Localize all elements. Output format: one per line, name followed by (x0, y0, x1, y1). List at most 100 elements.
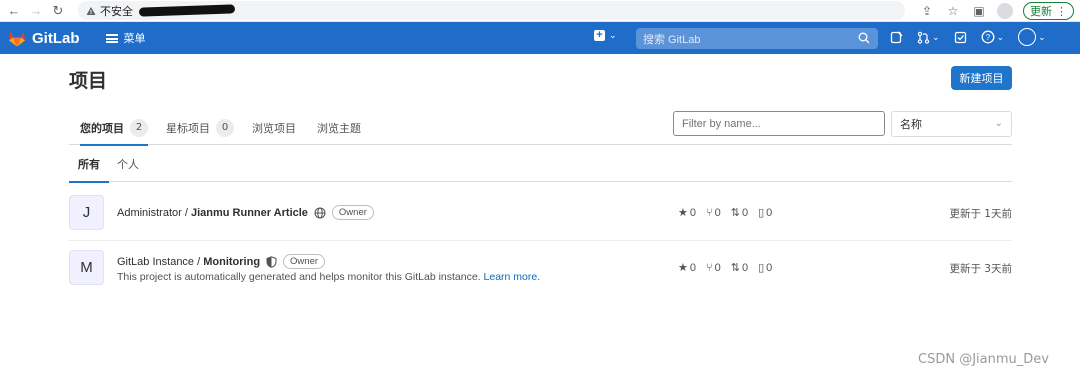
help-icon[interactable]: ? ⌄ (981, 30, 1004, 44)
tab-explore-topics[interactable]: 浏览主题 (317, 110, 361, 145)
tab-explore-projects[interactable]: 浏览项目 (252, 110, 296, 145)
reload-icon[interactable]: ↻ (50, 3, 66, 19)
project-row: J Administrator / Jianmu Runner Article … (69, 182, 1012, 241)
role-badge: Owner (331, 205, 374, 220)
star-icon[interactable]: ☆ (945, 3, 961, 19)
forward-icon[interactable]: → (28, 3, 44, 19)
tab-label: 浏览主题 (317, 121, 361, 135)
description-text: This project is automatically generated … (117, 271, 481, 283)
plus-icon: + (594, 30, 605, 41)
issues-count: 0 (766, 206, 773, 219)
update-label: 更新 (1030, 5, 1052, 18)
project-description: This project is automatically generated … (117, 271, 540, 283)
tab-count: 0 (216, 118, 234, 137)
ownership-tabs: 所有 个人 (69, 145, 1012, 183)
project-name: Jianmu Runner Article (190, 206, 308, 219)
stars-stat[interactable]: ★ 0 (678, 206, 696, 220)
update-button[interactable]: 更新 ⋮ (1023, 2, 1074, 20)
fork-icon: ⑂ (706, 261, 713, 274)
globe-icon (314, 207, 326, 218)
menu-label: 菜单 (123, 32, 146, 45)
updated-time: 更新于 1天前 (949, 208, 1012, 220)
sort-value: 名称 (900, 118, 922, 131)
merge-requests-stat[interactable]: ⇅ 0 (731, 206, 749, 220)
hamburger-icon (105, 33, 118, 43)
stars-count: 0 (689, 206, 696, 219)
forks-stat[interactable]: ⑂ 0 (706, 207, 721, 219)
merge-request-icon[interactable]: ⌄ (917, 31, 940, 44)
user-avatar-icon (1018, 28, 1037, 46)
project-title: GitLab Instance / Monitoring Owner (117, 254, 326, 269)
tab-your-projects[interactable]: 您的项目 2 (80, 110, 148, 146)
project-title: Administrator / Jianmu Runner Article Ow… (117, 205, 374, 220)
tab-count: 2 (130, 118, 148, 137)
menu-button[interactable]: 菜单 (105, 30, 146, 46)
subtab-all[interactable]: 所有 (69, 145, 109, 183)
page-title: 项目 (69, 70, 108, 92)
merge-requests-stat[interactable]: ⇅ 0 (730, 261, 749, 275)
filter-by-name-input[interactable] (673, 111, 885, 136)
new-project-button[interactable]: 新建项目 (951, 66, 1012, 90)
gitlab-brand: GitLab (32, 29, 80, 47)
insecure-label: 不安全 (100, 4, 133, 18)
user-menu[interactable]: ⌄ (1018, 28, 1046, 46)
learn-more-link[interactable]: Learn more. (484, 271, 541, 283)
header-actions: ⌄ ? ⌄ ⌄ (890, 28, 1046, 46)
svg-text:?: ? (985, 33, 990, 42)
watermark: CSDN @Jianmu_Dev (918, 352, 1049, 367)
redacted-url (138, 4, 236, 17)
search-placeholder: 搜索 GitLab (643, 33, 701, 46)
search-icon (858, 32, 870, 44)
project-link[interactable]: GitLab Instance / Monitoring (117, 256, 260, 268)
fork-icon: ⑂ (706, 206, 713, 219)
star-icon: ★ (678, 262, 688, 274)
sidepanel-icon[interactable]: ▣ (971, 3, 987, 19)
project-avatar[interactable]: M (69, 250, 104, 285)
project-namespace: Administrator / (117, 206, 191, 219)
project-stats: ★ 0 ⑂ 0 ⇅ 0 ▯ 0 (678, 261, 773, 275)
updated-time: 更新于 3天前 (949, 263, 1012, 275)
issues-stat[interactable]: ▯ 0 (758, 206, 773, 220)
role-badge: Owner (283, 254, 326, 269)
tab-starred-projects[interactable]: 星标项目 0 (166, 110, 234, 145)
project-name: Monitoring (203, 255, 261, 268)
shield-icon (266, 255, 277, 268)
todo-icon[interactable] (954, 31, 967, 44)
merge-requests-count: 0 (741, 206, 749, 219)
tab-label: 浏览项目 (252, 121, 296, 135)
forks-count: 0 (714, 261, 721, 274)
project-avatar[interactable]: J (69, 195, 104, 230)
issues-stat[interactable]: ▯ 0 (758, 261, 773, 275)
gitlab-header: GitLab 菜单 + ⌄ 搜索 GitLab ⌄ ? ⌄ ⌄ (0, 22, 1080, 54)
issues-icon[interactable] (890, 31, 903, 44)
tab-label: 星标项目 (166, 121, 210, 135)
project-stats: ★ 0 ⑂ 0 ⇅ 0 ▯ 0 (678, 206, 773, 220)
project-link[interactable]: Administrator / Jianmu Runner Article (117, 207, 308, 219)
gitlab-logo-icon (9, 30, 25, 46)
browser-actions: ⇪ ☆ ▣ 更新 ⋮ (919, 2, 1074, 20)
share-icon[interactable]: ⇪ (919, 3, 935, 19)
search-box[interactable]: 搜索 GitLab (636, 28, 878, 49)
stars-stat[interactable]: ★ 0 (678, 261, 696, 275)
merge-requests-count: 0 (741, 261, 749, 274)
address-bar[interactable]: 不安全 (78, 1, 905, 20)
chevron-down-icon: ⌄ (609, 30, 617, 40)
stars-count: 0 (689, 261, 696, 274)
issues-icon: ▯ (758, 262, 765, 274)
merge-request-icon: ⇅ (730, 262, 740, 274)
browser-toolbar: ← → ↻ 不安全 ⇪ ☆ ▣ 更新 ⋮ (0, 0, 1080, 22)
profile-avatar[interactable] (997, 3, 1013, 19)
tab-label: 您的项目 (80, 121, 124, 135)
chevron-down-icon: ⌄ (994, 118, 1003, 129)
project-namespace: GitLab Instance / (117, 255, 204, 268)
issues-count: 0 (766, 261, 773, 274)
forks-stat[interactable]: ⑂ 0 (706, 262, 721, 274)
warning-icon (86, 6, 96, 15)
sort-dropdown[interactable]: 名称 ⌄ (891, 111, 1012, 137)
gitlab-home-link[interactable]: GitLab (8, 30, 80, 47)
subtab-personal[interactable]: 个人 (117, 145, 139, 182)
more-icon: ⋮ (1056, 4, 1067, 18)
new-dropdown[interactable]: + ⌄ (594, 30, 617, 41)
back-icon[interactable]: ← (6, 3, 22, 19)
issues-icon: ▯ (758, 207, 765, 219)
